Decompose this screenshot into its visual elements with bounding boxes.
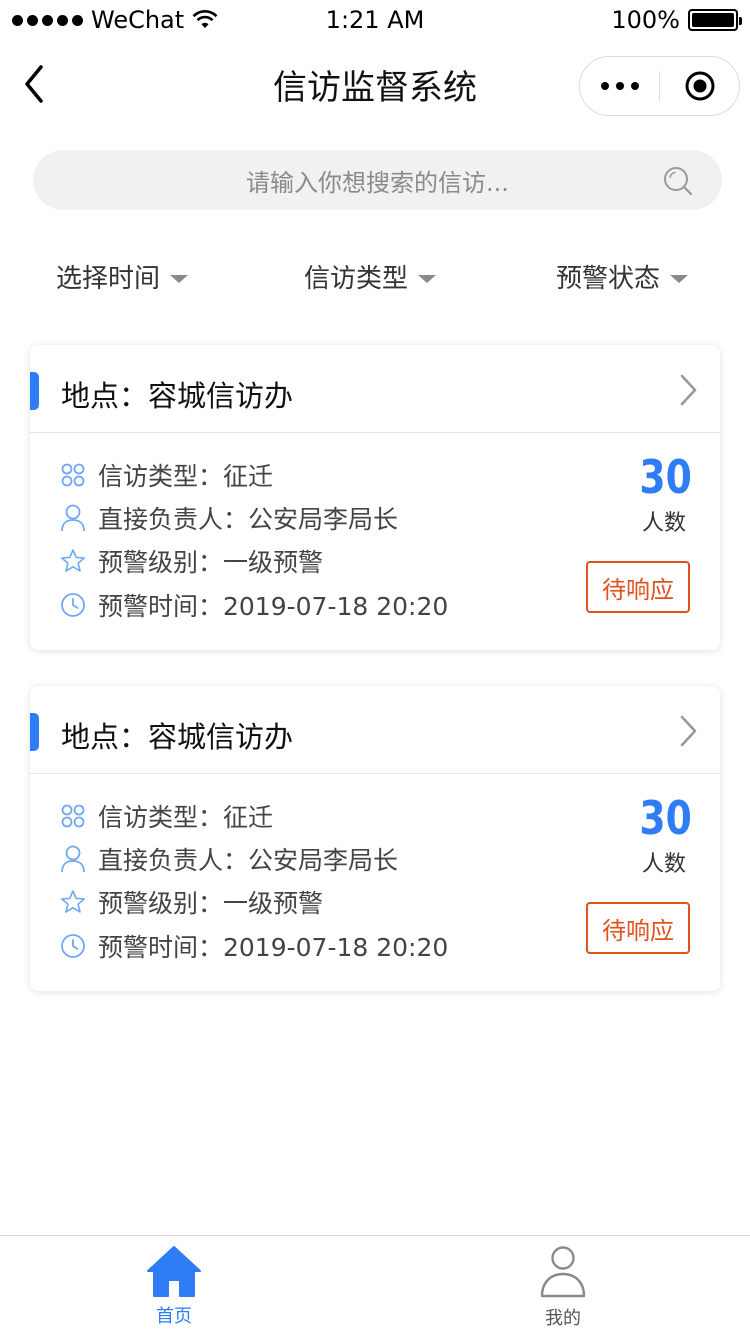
search-icon[interactable]	[662, 165, 694, 197]
carrier-label: WeChat	[91, 6, 185, 34]
clock-icon	[60, 933, 86, 959]
card-header[interactable]: 地点：容城信访办	[30, 345, 720, 433]
card-title: 地点：容城信访办	[61, 379, 294, 413]
user-icon	[60, 845, 86, 873]
info-text: 信访类型：征迁	[98, 462, 274, 491]
info-text: 预警级别：一级预警	[98, 548, 324, 577]
info-row-type: 信访类型：征迁	[60, 457, 273, 493]
profile-icon	[540, 1246, 586, 1298]
more-dots-icon	[600, 82, 609, 90]
info-row-type: 信访类型：征迁	[60, 798, 273, 834]
wifi-icon	[192, 10, 218, 28]
info-row-level: 预警级别：一级预警	[60, 543, 323, 579]
record-circle-icon	[685, 71, 714, 101]
battery-icon	[688, 9, 742, 31]
count-label: 人数	[641, 511, 686, 536]
card-body: 信访类型：征迁 直接负责人：公安局李局长 预警级别：一级预警 预警时间：2019…	[30, 433, 720, 650]
info-text: 预警时间：2019-07-18 20:20	[98, 933, 449, 962]
count-number: 30	[639, 791, 692, 845]
grid-icon	[60, 462, 86, 488]
mini-program-capsule	[579, 56, 740, 116]
chevron-right-icon[interactable]	[678, 373, 698, 407]
filter-time[interactable]: 选择时间	[56, 258, 189, 295]
battery-percent: 100%	[611, 6, 680, 34]
nav-bar: 信访监督系统	[0, 40, 750, 128]
info-text: 直接负责人：公安局李局长	[98, 505, 399, 534]
status-bar: WeChat 1:21 AM 100%	[0, 0, 750, 40]
filter-status-label: 预警状态	[556, 264, 661, 294]
status-left: WeChat	[12, 6, 218, 34]
info-text: 预警级别：一级预警	[98, 889, 324, 918]
chevron-right-icon[interactable]	[678, 714, 698, 748]
info-text: 预警时间：2019-07-18 20:20	[98, 592, 449, 621]
info-row-owner: 直接负责人：公安局李局长	[60, 841, 398, 877]
people-count: 30 人数	[634, 794, 694, 878]
info-row-level: 预警级别：一级预警	[60, 884, 323, 920]
info-text: 直接负责人：公安局李局长	[98, 846, 399, 875]
count-label: 人数	[641, 852, 686, 877]
filter-time-label: 选择时间	[56, 264, 161, 294]
info-row-time: 预警时间：2019-07-18 20:20	[60, 587, 448, 623]
petition-card[interactable]: 地点：容城信访办 信访类型：征迁 直接负责人：公安局李局长 预警级别：一级预警 …	[30, 686, 720, 991]
filter-status[interactable]: 预警状态	[556, 258, 689, 295]
filter-bar: 选择时间 信访类型 预警状态	[0, 258, 750, 298]
info-row-owner: 直接负责人：公安局李局长	[60, 500, 398, 536]
star-icon	[60, 548, 86, 574]
accent-bar	[30, 713, 39, 751]
more-button[interactable]	[580, 57, 659, 115]
user-icon	[60, 504, 86, 532]
info-text: 信访类型：征迁	[98, 803, 274, 832]
card-body: 信访类型：征迁 直接负责人：公安局李局长 预警级别：一级预警 预警时间：2019…	[30, 774, 720, 991]
close-button[interactable]	[660, 57, 739, 115]
page: WeChat 1:21 AM 100% 信访监督系统 请输入你想搜索的信访...…	[0, 0, 750, 1334]
caret-down-icon	[170, 274, 189, 283]
petition-card[interactable]: 地点：容城信访办 信访类型：征迁 直接负责人：公安局李局长 预警级别：一级预警 …	[30, 345, 720, 650]
clock-icon	[60, 592, 86, 618]
status-button[interactable]: 待响应	[586, 902, 690, 954]
accent-bar	[30, 372, 39, 410]
search-input[interactable]: 请输入你想搜索的信访...	[33, 150, 722, 210]
grid-icon	[60, 803, 86, 829]
status-right: 100%	[611, 6, 742, 34]
people-count: 30 人数	[634, 453, 694, 537]
tab-profile-label: 我的	[545, 1308, 581, 1329]
filter-type[interactable]: 信访类型	[304, 258, 437, 295]
tab-profile[interactable]: 我的	[513, 1244, 613, 1330]
tab-home-label: 首页	[156, 1306, 192, 1327]
filter-type-label: 信访类型	[304, 264, 409, 294]
signal-icon	[12, 14, 83, 26]
battery-fill	[692, 13, 734, 27]
count-number: 30	[639, 450, 692, 504]
caret-down-icon	[418, 274, 437, 283]
caret-down-icon	[670, 274, 689, 283]
star-icon	[60, 889, 86, 915]
search-placeholder: 请输入你想搜索的信访...	[246, 168, 509, 197]
home-icon	[147, 1246, 201, 1297]
tab-home[interactable]: 首页	[124, 1244, 224, 1328]
card-title: 地点：容城信访办	[61, 720, 294, 754]
tab-bar: 首页 我的	[0, 1235, 750, 1334]
status-button[interactable]: 待响应	[586, 561, 690, 613]
info-row-time: 预警时间：2019-07-18 20:20	[60, 928, 448, 964]
card-header[interactable]: 地点：容城信访办	[30, 686, 720, 774]
